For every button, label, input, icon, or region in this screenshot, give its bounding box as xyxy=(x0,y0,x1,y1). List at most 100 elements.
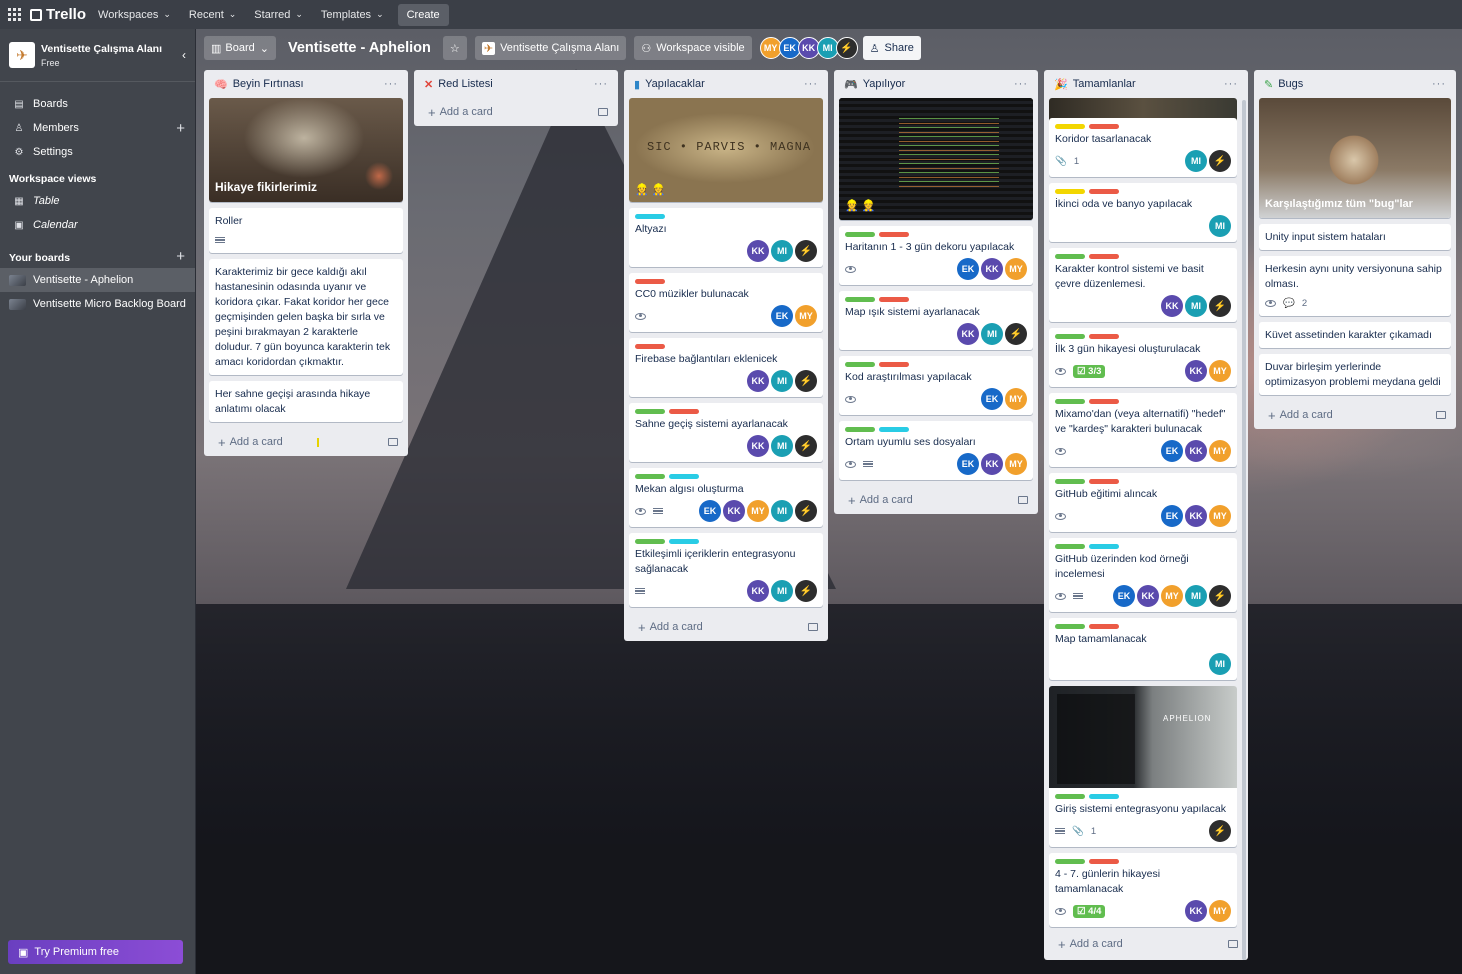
list-menu-icon[interactable]: ··· xyxy=(594,78,608,90)
avatar[interactable]: MI xyxy=(1209,653,1231,675)
avatar[interactable]: EK xyxy=(981,388,1003,410)
card[interactable]: Haritanın 1 - 3 gün dekoru yapılacak EK K… xyxy=(839,226,1033,285)
avatar[interactable]: MY xyxy=(1161,585,1183,607)
avatar[interactable]: KK xyxy=(1185,440,1207,462)
list-menu-icon[interactable]: ··· xyxy=(1014,78,1028,90)
app-switcher-icon[interactable] xyxy=(8,7,22,22)
add-card-button[interactable]: + Add a card xyxy=(204,428,408,456)
avatar[interactable]: MI xyxy=(771,435,793,457)
template-icon[interactable] xyxy=(808,623,818,631)
cover-card[interactable]: Hikaye fikirlerimiz xyxy=(209,98,403,202)
avatar[interactable]: MY xyxy=(1209,360,1231,382)
avatar-image[interactable]: ⚡ xyxy=(1209,585,1231,607)
list-menu-icon[interactable]: ··· xyxy=(384,78,398,90)
avatar[interactable]: MY xyxy=(1209,440,1231,462)
avatar[interactable]: EK xyxy=(957,258,979,280)
avatar[interactable]: MY xyxy=(747,500,769,522)
sidebar-item-boards[interactable]: ▤ Boards xyxy=(0,92,195,116)
card[interactable]: Etkileşimli içeriklerin entegrasyonu sağ… xyxy=(629,533,823,607)
avatar-image[interactable]: ⚡ xyxy=(1005,323,1027,345)
card[interactable]: Kod araştırılması yapılacak EK MY xyxy=(839,356,1033,415)
avatar[interactable]: EK xyxy=(1113,585,1135,607)
sidebar-board-item[interactable]: Ventisette Micro Backlog Board xyxy=(0,292,195,316)
avatar[interactable]: MI xyxy=(771,240,793,262)
avatar[interactable]: KK xyxy=(957,323,979,345)
avatar[interactable]: KK xyxy=(981,258,1003,280)
avatar[interactable]: KK xyxy=(1161,295,1183,317)
list-cards-scroll-area[interactable]: Koridor tasarlanacak 📎 1 MI ⚡ İkinci oda ve… xyxy=(1044,98,1242,930)
avatar[interactable]: KK xyxy=(981,453,1003,475)
workspaces-menu[interactable]: Workspaces ⌄ xyxy=(98,9,171,21)
cover-card[interactable]: SIC • PARVIS • MAGNA 👷 👷 xyxy=(629,98,823,202)
card[interactable]: GitHub eğitimi alıncak EK KK MY xyxy=(1049,473,1237,532)
create-button[interactable]: Create xyxy=(397,3,449,26)
avatar-image[interactable]: ⚡ xyxy=(795,370,817,392)
templates-menu[interactable]: Templates ⌄ xyxy=(321,9,384,21)
avatar[interactable]: MY xyxy=(1209,900,1231,922)
sidebar-board-item[interactable]: Ventisette - Aphelion xyxy=(0,268,195,292)
starred-menu[interactable]: Starred ⌄ xyxy=(254,9,303,21)
avatar-image[interactable]: ⚡ xyxy=(795,500,817,522)
sidebar-item-table[interactable]: ▦ Table xyxy=(0,189,195,213)
card[interactable]: Ortam uyumlu ses dosyaları EK KK MY xyxy=(839,421,1033,480)
avatar-image[interactable]: ⚡ xyxy=(1209,820,1231,842)
avatar[interactable]: MY xyxy=(795,305,817,327)
avatar[interactable]: EK xyxy=(957,453,979,475)
avatar[interactable]: MI xyxy=(981,323,1003,345)
template-icon[interactable] xyxy=(388,438,398,446)
card[interactable]: Map ışık sistemi ayarlanacak KK MI ⚡ xyxy=(839,291,1033,350)
trello-logo[interactable]: Trello xyxy=(30,6,86,23)
avatar[interactable]: MI xyxy=(771,370,793,392)
avatar-image[interactable]: ⚡ xyxy=(1209,295,1231,317)
card[interactable]: İkinci oda ve banyo yapılacak MI xyxy=(1049,183,1237,242)
card[interactable]: 4 - 7. günlerin hikayesi tamamlanacak ☑ … xyxy=(1049,853,1237,927)
add-card-button[interactable]: + Add a card xyxy=(834,486,1038,514)
card[interactable]: Unity input sistem hataları xyxy=(1259,224,1451,250)
list-menu-icon[interactable]: ··· xyxy=(1432,78,1446,90)
avatar[interactable]: EK xyxy=(1161,505,1183,527)
template-icon[interactable] xyxy=(1436,411,1446,419)
star-board-icon[interactable]: ☆ xyxy=(442,36,467,60)
list-header[interactable]: 🎮 Yapılıyor ··· xyxy=(834,70,1038,98)
card[interactable]: GitHub üzerinden kod örneği incelemesi E… xyxy=(1049,538,1237,612)
card[interactable]: Duvar birleşim yerlerinde optimizasyon p… xyxy=(1259,354,1451,395)
cover-card[interactable]: Karşılaştığımız tüm "bug"lar xyxy=(1259,98,1451,218)
card[interactable]: Map tamamlanacak MI xyxy=(1049,618,1237,680)
avatar-image[interactable]: ⚡ xyxy=(795,240,817,262)
avatar[interactable]: MY xyxy=(1209,505,1231,527)
avatar[interactable]: MI xyxy=(771,580,793,602)
template-icon[interactable] xyxy=(598,108,608,116)
card[interactable]: Sahne geçiş sistemi ayarlanacak KK MI ⚡ xyxy=(629,403,823,462)
list-header[interactable]: ✎ Bugs ··· xyxy=(1254,70,1456,98)
avatar[interactable]: MI xyxy=(1209,215,1231,237)
avatar[interactable]: KK xyxy=(1185,360,1207,382)
add-card-button[interactable]: + Add a card xyxy=(414,98,618,126)
card[interactable]: Mekan algısı oluşturma EK KK MY MI ⚡ xyxy=(629,468,823,527)
add-card-button[interactable]: + Add a card xyxy=(1254,401,1456,429)
avatar[interactable]: KK xyxy=(747,435,769,457)
cover-card[interactable]: 👷 👷 xyxy=(839,98,1033,220)
avatar[interactable]: KK xyxy=(1185,505,1207,527)
card[interactable]: Herkesin aynı unity versiyonuna sahip ol… xyxy=(1259,256,1451,316)
list-menu-icon[interactable]: ··· xyxy=(804,78,818,90)
avatar[interactable]: EK xyxy=(1161,440,1183,462)
avatar[interactable]: MI xyxy=(1185,150,1207,172)
recent-menu[interactable]: Recent ⌄ xyxy=(189,9,236,21)
board-view-switcher[interactable]: ▥ Board ⌄ xyxy=(204,36,276,60)
avatar[interactable]: KK xyxy=(1185,900,1207,922)
sidebar-item-settings[interactable]: ⚙ Settings xyxy=(0,140,195,164)
board-title[interactable]: Ventisette - Aphelion xyxy=(288,40,431,56)
avatar[interactable]: KK xyxy=(747,370,769,392)
avatar-image[interactable]: ⚡ xyxy=(795,580,817,602)
card[interactable]: Karakter kontrol sistemi ve basit çevre … xyxy=(1049,248,1237,322)
add-card-button[interactable]: + Add a card xyxy=(1044,930,1248,958)
avatar[interactable]: KK xyxy=(747,240,769,262)
avatar[interactable]: EK xyxy=(699,500,721,522)
avatar[interactable]: KK xyxy=(747,580,769,602)
avatar-image[interactable]: ⚡ xyxy=(795,435,817,457)
card[interactable]: Koridor tasarlanacak 📎 1 MI ⚡ xyxy=(1049,118,1237,177)
visibility-button[interactable]: ⚇ Workspace visible xyxy=(634,36,752,60)
card[interactable]: Mixamo'dan (veya alternatifi) "hedef" ve… xyxy=(1049,393,1237,467)
list-header[interactable]: 🧠 Beyin Fırtınası ··· xyxy=(204,70,408,98)
template-icon[interactable] xyxy=(1018,496,1028,504)
